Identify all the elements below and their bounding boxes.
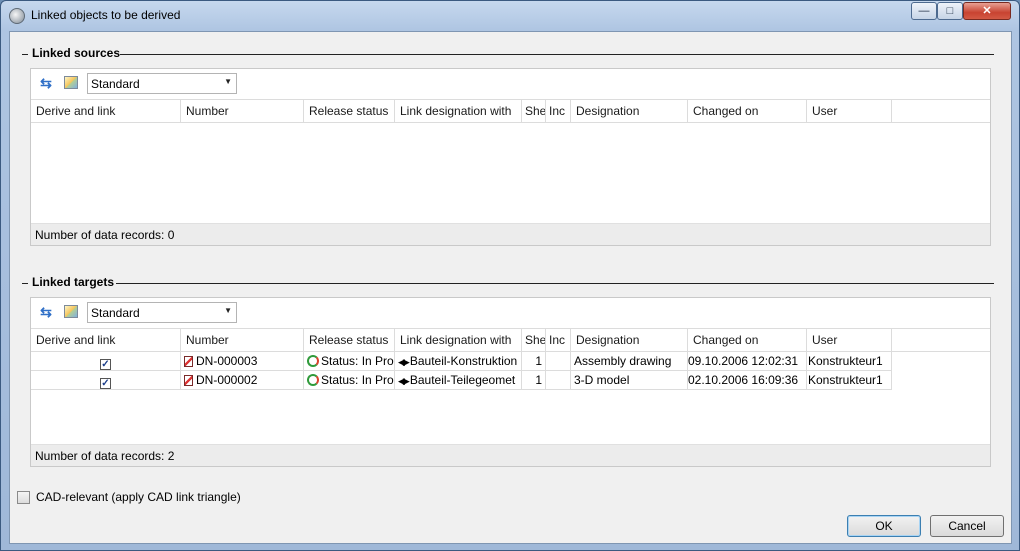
targets-group-label: Linked targets: [32, 275, 115, 289]
sources-record-count: Number of data records: 0: [35, 228, 175, 242]
dialog-client: Linked sources ⇆ Standard ▼ Derive and l…: [9, 31, 1012, 544]
col-sheet[interactable]: She: [522, 100, 546, 122]
col-index[interactable]: Inc: [546, 329, 571, 351]
link-direction-icon: ◀▶: [398, 376, 410, 386]
targets-layout-value: Standard: [91, 306, 140, 320]
targets-table-body: ✓ DN-000003 Status: In Prog ◀▶ Bauteil-Ko…: [31, 352, 990, 444]
sources-group-label: Linked sources: [32, 46, 121, 60]
sources-toolbar: ⇆ Standard ▼: [31, 69, 990, 99]
ok-button[interactable]: OK: [847, 515, 921, 537]
user-cell: Konstrukteur1: [807, 352, 892, 370]
col-derive-and-link[interactable]: Derive and link: [31, 100, 181, 122]
targets-record-count: Number of data records: 2: [35, 449, 175, 463]
status-value: Status: In Prog: [321, 354, 395, 368]
index-cell: [546, 371, 571, 389]
designation-cell: 3-D model: [571, 371, 688, 389]
refresh-icon[interactable]: ⇆: [38, 75, 54, 91]
changed-cell: 09.10.2006 12:02:31: [688, 352, 807, 370]
link-direction-icon: ◀▶: [398, 357, 410, 367]
refresh-icon[interactable]: ⇆: [38, 304, 54, 320]
sources-table-body: [31, 123, 990, 223]
derive-checkbox[interactable]: ✓: [100, 359, 111, 370]
chevron-down-icon: ▼: [224, 306, 232, 315]
col-designation[interactable]: Designation: [571, 329, 688, 351]
sources-grid: ⇆ Standard ▼ Derive and link Number Rele…: [30, 68, 991, 246]
title-bar[interactable]: Linked objects to be derived — □ ✕: [1, 1, 1019, 31]
sheet-cell: 1: [522, 371, 546, 389]
table-row[interactable]: ✓ DN-000002 Status: In Prog ◀▶ Bauteil-Te…: [31, 371, 892, 390]
sources-layout-value: Standard: [91, 77, 140, 91]
designation-cell: Assembly drawing: [571, 352, 688, 370]
sources-footer: Number of data records: 0: [31, 223, 990, 245]
col-link-designation[interactable]: Link designation with: [395, 329, 522, 351]
minimize-button[interactable]: —: [911, 2, 937, 20]
layout-icon[interactable]: [64, 76, 78, 89]
col-user[interactable]: User: [807, 329, 892, 351]
derive-checkbox[interactable]: ✓: [100, 378, 111, 389]
group-line-left: [22, 283, 28, 284]
cad-relevant-label: CAD-relevant (apply CAD link triangle): [36, 490, 241, 504]
derive-cell: ✓: [31, 371, 181, 389]
sources-table-header: Derive and link Number Release status Li…: [31, 99, 990, 123]
layout-icon[interactable]: [64, 305, 78, 318]
table-row[interactable]: ✓ DN-000003 Status: In Prog ◀▶ Bauteil-Ko…: [31, 352, 892, 371]
status-cell: Status: In Prog: [304, 352, 395, 370]
col-index[interactable]: Inc: [546, 100, 571, 122]
status-cycle-icon: [307, 374, 319, 386]
status-cycle-icon: [307, 355, 319, 367]
number-value: DN-000002: [196, 373, 258, 387]
link-cell: ◀▶ Bauteil-Konstruktion: [395, 352, 522, 370]
targets-footer: Number of data records: 2: [31, 444, 990, 466]
col-derive-and-link[interactable]: Derive and link: [31, 329, 181, 351]
close-button[interactable]: ✕: [963, 2, 1011, 20]
targets-table-header: Derive and link Number Release status Li…: [31, 328, 990, 352]
group-line-left: [22, 54, 28, 55]
derive-cell: ✓: [31, 352, 181, 370]
group-line-right: [120, 54, 994, 55]
targets-layout-select[interactable]: Standard ▼: [87, 302, 237, 323]
number-cell[interactable]: DN-000003: [181, 352, 304, 370]
dialog-window: Linked objects to be derived — □ ✕ Linke…: [0, 0, 1020, 551]
col-changed-on[interactable]: Changed on: [688, 100, 807, 122]
targets-toolbar: ⇆ Standard ▼: [31, 298, 990, 328]
link-cell: ◀▶ Bauteil-Teilegeomet: [395, 371, 522, 389]
col-changed-on[interactable]: Changed on: [688, 329, 807, 351]
changed-cell: 02.10.2006 16:09:36: [688, 371, 807, 389]
window-title: Linked objects to be derived: [31, 8, 181, 22]
maximize-button[interactable]: □: [937, 2, 963, 20]
cancel-button[interactable]: Cancel: [930, 515, 1004, 537]
status-cell: Status: In Prog: [304, 371, 395, 389]
sheet-cell: 1: [522, 352, 546, 370]
col-link-designation[interactable]: Link designation with: [395, 100, 522, 122]
sources-layout-select[interactable]: Standard ▼: [87, 73, 237, 94]
cad-relevant-checkbox[interactable]: [17, 491, 30, 504]
col-release-status[interactable]: Release status: [304, 100, 395, 122]
chevron-down-icon: ▼: [224, 77, 232, 86]
col-user[interactable]: User: [807, 100, 892, 122]
user-cell: Konstrukteur1: [807, 371, 892, 389]
link-value: Bauteil-Konstruktion: [409, 354, 518, 368]
link-value: Bauteil-Teilegeomet: [409, 373, 516, 387]
index-cell: [546, 352, 571, 370]
number-value: DN-000003: [196, 354, 258, 368]
col-number[interactable]: Number: [181, 100, 304, 122]
number-cell[interactable]: DN-000002: [181, 371, 304, 389]
status-value: Status: In Prog: [321, 373, 395, 387]
document-icon: [184, 356, 193, 367]
col-designation[interactable]: Designation: [571, 100, 688, 122]
targets-grid: ⇆ Standard ▼ Derive and link Number Rele…: [30, 297, 991, 467]
document-icon: [184, 375, 193, 386]
col-number[interactable]: Number: [181, 329, 304, 351]
group-line-right: [116, 283, 994, 284]
col-release-status[interactable]: Release status: [304, 329, 395, 351]
col-sheet[interactable]: She: [522, 329, 546, 351]
app-gear-icon: [9, 8, 25, 24]
